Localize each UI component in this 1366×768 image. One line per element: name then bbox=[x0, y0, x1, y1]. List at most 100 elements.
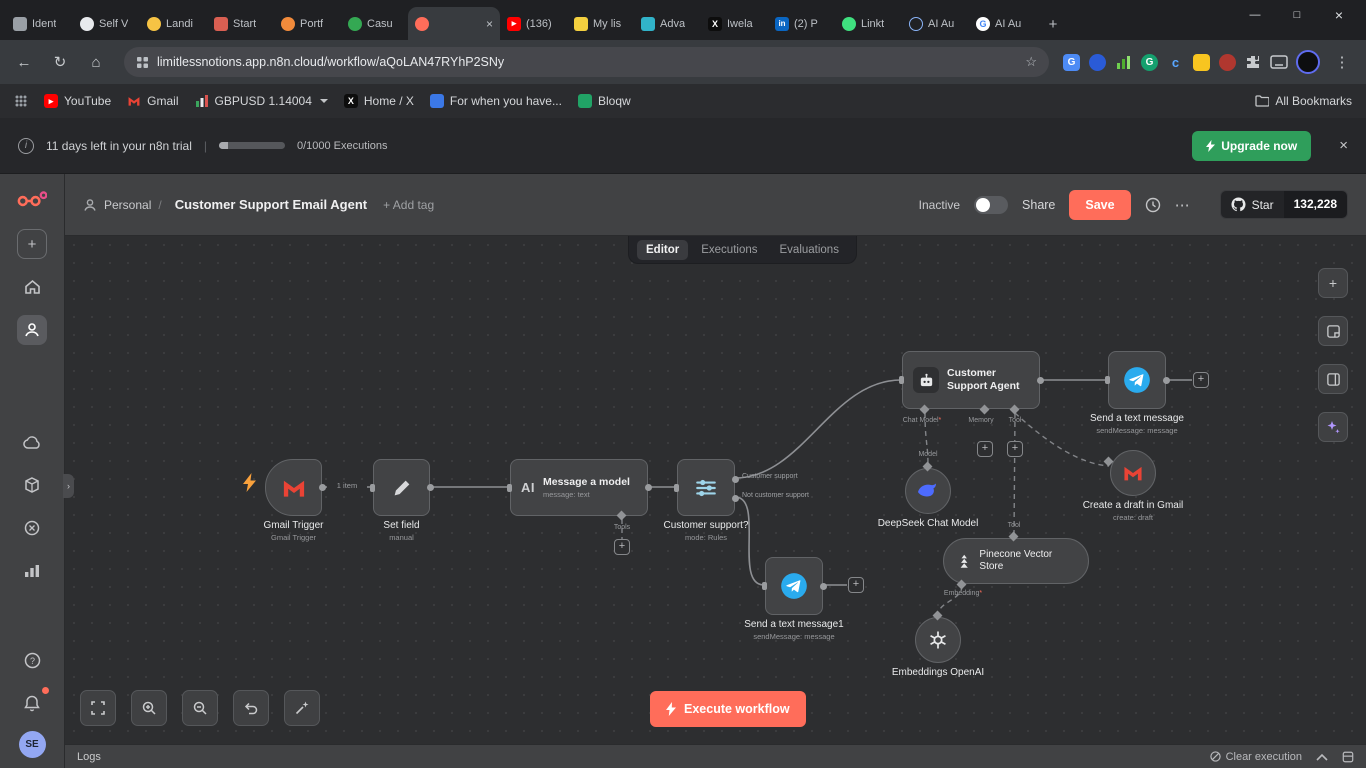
tab-close-icon[interactable]: × bbox=[486, 17, 493, 31]
node-send-text-message1[interactable]: Send a text message1 sendMessage: messag… bbox=[765, 557, 823, 615]
input-port[interactable] bbox=[899, 376, 904, 384]
maximize-button[interactable]: □ bbox=[1276, 0, 1318, 30]
sidebar-item-insights[interactable] bbox=[17, 556, 47, 586]
workflow-title[interactable]: Customer Support Email Agent bbox=[175, 197, 367, 212]
ai-assistant-button[interactable] bbox=[1318, 412, 1348, 442]
add-tool-button[interactable]: + bbox=[1007, 441, 1023, 457]
input-port[interactable] bbox=[507, 484, 512, 492]
input-port[interactable] bbox=[1105, 376, 1110, 384]
node-pinecone-vector-store[interactable]: Pinecone Vector Store bbox=[943, 538, 1089, 584]
zoom-in-button[interactable] bbox=[131, 690, 167, 726]
execute-workflow-button[interactable]: Execute workflow bbox=[650, 691, 806, 727]
yellow-extension-icon[interactable] bbox=[1193, 54, 1210, 71]
blue-extension-icon[interactable] bbox=[1089, 54, 1106, 71]
bookmark-x-home[interactable]: X Home / X bbox=[344, 94, 414, 108]
chevron-up-icon[interactable] bbox=[1316, 753, 1328, 761]
input-port[interactable] bbox=[674, 484, 679, 492]
apps-grid-icon[interactable] bbox=[14, 94, 28, 108]
browser-tab[interactable]: My lis bbox=[567, 7, 634, 40]
browser-tab[interactable]: Linkt bbox=[835, 7, 902, 40]
user-avatar[interactable]: SE bbox=[19, 731, 46, 758]
node-message-a-model[interactable]: AI Message a model message: text bbox=[510, 459, 648, 516]
node-send-text-message[interactable]: Send a text message sendMessage: message bbox=[1108, 351, 1166, 409]
output-port[interactable] bbox=[427, 484, 434, 491]
notifications-button[interactable] bbox=[17, 688, 47, 718]
cast-icon[interactable] bbox=[1270, 55, 1288, 69]
browser-tab[interactable]: Adva bbox=[634, 7, 701, 40]
add-tools-button[interactable]: + bbox=[614, 539, 630, 555]
sidebar-item-variables[interactable] bbox=[17, 513, 47, 543]
stats-extension-icon[interactable] bbox=[1115, 54, 1132, 71]
tidy-up-button[interactable] bbox=[284, 690, 320, 726]
input-port[interactable] bbox=[762, 582, 767, 590]
browser-tab[interactable]: Casu bbox=[341, 7, 408, 40]
add-node-panel-button[interactable]: + bbox=[1318, 268, 1348, 298]
share-button[interactable]: Share bbox=[1022, 198, 1055, 212]
node-deepseek-chat-model[interactable]: DeepSeek Chat Model bbox=[905, 468, 951, 514]
browser-tab[interactable]: in (2) P bbox=[768, 7, 835, 40]
output-port[interactable] bbox=[1037, 377, 1044, 384]
tab-executions[interactable]: Executions bbox=[692, 240, 766, 260]
breadcrumb-project[interactable]: Personal bbox=[104, 198, 151, 212]
browser-tab-active-n8n[interactable]: × bbox=[408, 7, 500, 40]
grammarly-icon[interactable]: G bbox=[1141, 54, 1158, 71]
active-toggle[interactable] bbox=[974, 196, 1008, 214]
upgrade-now-button[interactable]: Upgrade now bbox=[1192, 131, 1311, 161]
help-button[interactable]: ? bbox=[17, 645, 47, 675]
workflow-menu-icon[interactable]: ⋯ bbox=[1175, 196, 1190, 214]
add-memory-button[interactable]: + bbox=[977, 441, 993, 457]
clear-execution-button[interactable]: Clear execution bbox=[1210, 751, 1302, 763]
bookmark-gmail[interactable]: Gmail bbox=[127, 94, 178, 108]
output-port-false[interactable] bbox=[732, 495, 739, 502]
bookmark-bloqw[interactable]: Bloqw bbox=[578, 94, 631, 108]
back-button[interactable]: ← bbox=[10, 48, 38, 76]
add-workflow-button[interactable]: + bbox=[17, 229, 47, 259]
translate-icon[interactable]: G bbox=[1063, 54, 1080, 71]
sidebar-item-personal[interactable] bbox=[17, 315, 47, 345]
sticky-note-button[interactable] bbox=[1318, 316, 1348, 346]
browser-profile-avatar[interactable] bbox=[1296, 50, 1320, 74]
red-extension-icon[interactable] bbox=[1219, 54, 1236, 71]
toggle-panel-button[interactable] bbox=[1318, 364, 1348, 394]
banner-close-icon[interactable]: × bbox=[1339, 137, 1348, 154]
close-window-button[interactable]: × bbox=[1318, 0, 1360, 30]
bookmark-youtube[interactable]: ▸ YouTube bbox=[44, 94, 111, 108]
browser-tab[interactable]: Self V bbox=[73, 7, 140, 40]
expand-panel-icon[interactable] bbox=[1342, 751, 1354, 763]
output-port[interactable] bbox=[645, 484, 652, 491]
c-extension-icon[interactable]: c bbox=[1167, 54, 1184, 71]
tab-evaluations[interactable]: Evaluations bbox=[771, 240, 848, 260]
all-bookmarks[interactable]: All Bookmarks bbox=[1255, 94, 1352, 108]
browser-menu-icon[interactable]: ⋮ bbox=[1328, 48, 1356, 76]
output-port-true[interactable] bbox=[732, 476, 739, 483]
browser-tab[interactable]: ▸ (136) bbox=[500, 7, 567, 40]
output-port[interactable] bbox=[319, 484, 326, 491]
github-star-widget[interactable]: Star 132,228 bbox=[1220, 190, 1348, 219]
node-gmail-trigger[interactable]: Gmail Trigger Gmail Trigger bbox=[265, 459, 322, 516]
node-create-draft-gmail[interactable]: Create a draft in Gmail create: draft bbox=[1110, 450, 1156, 496]
bookmark-gbpusd[interactable]: GBPUSD 1.14004 bbox=[195, 94, 328, 108]
node-customer-support-agent[interactable]: Customer Support Agent bbox=[902, 351, 1040, 409]
sidebar-collapse-handle[interactable]: › bbox=[63, 474, 74, 498]
address-bar[interactable]: limitlessnotions.app.n8n.cloud/workflow/… bbox=[124, 47, 1049, 77]
bookmark-for-when[interactable]: For when you have... bbox=[430, 94, 562, 108]
workflow-canvas[interactable]: Editor Executions Evaluations bbox=[65, 236, 1366, 744]
undo-button[interactable] bbox=[233, 690, 269, 726]
output-port[interactable] bbox=[820, 583, 827, 590]
node-embeddings-openai[interactable]: Embeddings OpenAI bbox=[915, 617, 961, 663]
zoom-out-button[interactable] bbox=[182, 690, 218, 726]
new-tab-button[interactable]: + bbox=[1040, 11, 1066, 37]
browser-tab[interactable]: AI Au bbox=[902, 7, 969, 40]
input-port[interactable] bbox=[370, 484, 375, 492]
extensions-puzzle-icon[interactable] bbox=[1245, 54, 1261, 70]
save-button[interactable]: Save bbox=[1069, 190, 1130, 220]
output-port[interactable] bbox=[1163, 377, 1170, 384]
browser-tab[interactable]: Ident bbox=[6, 7, 73, 40]
sidebar-item-templates[interactable] bbox=[17, 470, 47, 500]
browser-tab[interactable]: G AI Au bbox=[969, 7, 1036, 40]
add-tag-button[interactable]: + Add tag bbox=[383, 198, 434, 212]
reload-button[interactable]: ↻ bbox=[46, 48, 74, 76]
sidebar-item-cloud-admin[interactable] bbox=[17, 427, 47, 457]
logs-title[interactable]: Logs bbox=[77, 751, 101, 763]
node-customer-support-switch[interactable]: Customer support? mode: Rules bbox=[677, 459, 735, 516]
